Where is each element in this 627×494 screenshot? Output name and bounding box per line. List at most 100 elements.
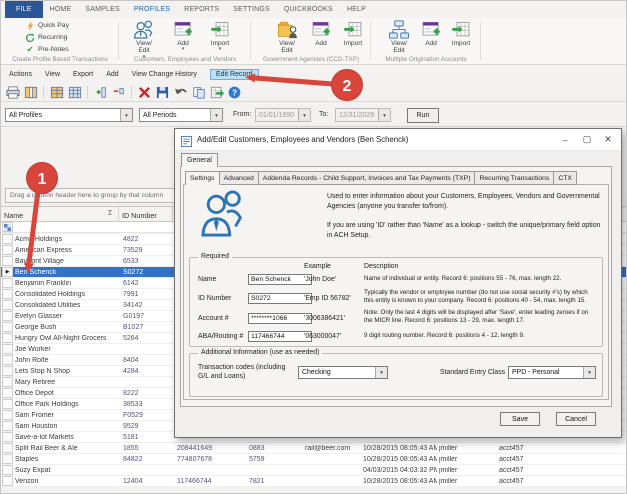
cell-id: 8404 [123, 356, 139, 364]
undo-icon[interactable] [173, 85, 188, 100]
remove-column-icon[interactable] [111, 85, 126, 100]
tab-file[interactable]: FILE [5, 1, 43, 18]
cell-name: American Express [15, 246, 72, 254]
row-indicator [2, 443, 13, 453]
transaction-codes-dropdown[interactable]: Checking ▼ [298, 366, 388, 379]
tab-samples[interactable]: SAMPLES [78, 1, 126, 18]
menu-add[interactable]: Add [106, 71, 118, 78]
tab-quickbooks[interactable]: QUICKBOOKS [277, 1, 340, 18]
grid-view-icon[interactable] [67, 85, 82, 100]
save-icon[interactable] [155, 85, 170, 100]
ribbon: Quick Pay Recurring ✔ Pre-Notes Create P… [1, 18, 626, 65]
id-number-field[interactable] [248, 293, 312, 304]
tab-addenda-records[interactable]: Addenda Records - Child Support, Invoice… [258, 171, 476, 185]
row-indicator [2, 410, 13, 420]
cell-name: Suzy Expat [15, 466, 51, 474]
aba-routing-field[interactable] [248, 331, 312, 342]
profiles-dropdown[interactable]: All Profiles ▼ [5, 108, 133, 122]
cell-email [305, 456, 359, 465]
tab-settings[interactable]: SETTINGS [226, 1, 277, 18]
cell-name: Consolidated Utilities [15, 301, 81, 309]
table-row[interactable]: Split Rail Beer & Ale 1855 208441649 0883 ra… [1, 443, 626, 454]
tab-reports[interactable]: REPORTS [177, 1, 226, 18]
menu-export[interactable]: Export [73, 71, 93, 78]
copy-icon[interactable] [191, 85, 206, 100]
column-header-name[interactable]: Name Σ [1, 207, 119, 222]
chevron-down-icon[interactable]: ▼ [583, 367, 595, 378]
transaction-codes-label: Transaction codes (including G/L and Loa… [198, 364, 286, 380]
grid-settings-icon[interactable] [49, 85, 64, 100]
cell-name: Acme Holdings [15, 235, 63, 243]
menu-view-change-history[interactable]: View Change History [132, 71, 197, 78]
run-button[interactable]: Run [407, 108, 439, 123]
chevron-down-icon[interactable]: ▼ [120, 109, 132, 121]
columns-icon[interactable] [23, 85, 38, 100]
cell-user: jmiller [439, 455, 458, 463]
chevron-down-icon: ▾ [218, 46, 222, 53]
tab-help[interactable]: HELP [340, 1, 373, 18]
group-by-hint[interactable]: Drag a column header here to group by th… [5, 188, 175, 203]
tab-settings[interactable]: Settings [185, 171, 220, 185]
name-label: Name [198, 276, 217, 283]
standard-entry-class-dropdown[interactable]: PPD - Personal ▼ [508, 366, 596, 379]
column-header-id-number[interactable]: ID Number Σ [119, 207, 284, 222]
add-column-icon[interactable] [93, 85, 108, 100]
import-customers-button[interactable]: Import ▾ [201, 19, 239, 59]
chevron-down-icon[interactable]: ▼ [210, 109, 222, 121]
id-number-label: ID Number [198, 295, 232, 302]
cell-user: jmiller [439, 466, 458, 474]
pre-notes-button[interactable]: ✔ Pre-Notes [25, 44, 69, 55]
cell-user: jmiller [439, 477, 458, 485]
cell-name: Ben Schenck [15, 268, 57, 276]
tab-home[interactable]: HOME [43, 1, 79, 18]
minimize-button[interactable]: – [557, 132, 573, 147]
standard-entry-class-label: Standard Entry Class [440, 369, 506, 376]
view-edit-agencies-button[interactable]: View/ Edit [269, 19, 305, 59]
cell-changed: 10/28/2015 08:05:43 AM [363, 477, 437, 485]
close-icon[interactable]: ✕ [600, 132, 616, 147]
add-customer-button[interactable]: Add ▾ [167, 19, 199, 59]
dialog-title-bar[interactable]: Add/Edit Customers, Employees and Vendor… [175, 129, 621, 151]
cell-email [305, 467, 359, 476]
cell-changed: 10/28/2015 08:05:43 AM [363, 455, 437, 463]
ribbon-group-create-transactions: Quick Pay Recurring ✔ Pre-Notes Create P… [1, 18, 119, 64]
row-indicator [2, 476, 13, 486]
menu-actions[interactable]: Actions [9, 71, 32, 78]
sum-icon[interactable]: Σ [108, 210, 112, 217]
maximize-button[interactable]: ▢ [579, 132, 595, 147]
tab-ctx[interactable]: CTX [554, 171, 577, 185]
import-accounts-button[interactable]: Import [445, 19, 477, 59]
add-record-icon [307, 19, 335, 40]
chevron-down-icon[interactable]: ▼ [375, 367, 387, 378]
tab-general[interactable]: General [181, 153, 218, 167]
cell-id: 8222 [123, 389, 139, 397]
cell-name: Hungry Owl All-Night Grocers [15, 334, 107, 342]
tab-advanced[interactable]: Advanced [219, 171, 259, 185]
tab-recurring-transactions[interactable]: Recurring Transactions [475, 171, 555, 185]
menu-edit-record[interactable]: Edit Record [209, 69, 259, 80]
periods-dropdown[interactable]: All Periods ▼ [139, 108, 223, 122]
add-agency-button[interactable]: Add [307, 19, 335, 59]
save-button[interactable]: Save [500, 412, 540, 426]
import-grid-icon [337, 19, 369, 40]
export-excel-icon[interactable] [209, 85, 224, 100]
cell-id: 6142 [123, 279, 139, 287]
table-row[interactable]: Suzy Expat 04/03/2015 04:03:32 PM jmiller a… [1, 465, 626, 476]
table-row[interactable]: Verizon 12404 117466744 7821 10/28/2015 08:0… [1, 476, 626, 487]
menu-view[interactable]: View [45, 71, 60, 78]
view-edit-customers-button[interactable]: View/ Edit ▾ [123, 19, 165, 59]
table-row[interactable]: Staples 84822 774807678 5759 10/28/2015 08:0… [1, 454, 626, 465]
account-number-field[interactable] [248, 313, 312, 324]
add-account-button[interactable]: Add [417, 19, 445, 59]
name-field[interactable] [248, 274, 312, 285]
cancel-button[interactable]: Cancel [556, 412, 596, 426]
view-edit-accounts-button[interactable]: View/ Edit [381, 19, 417, 59]
recurring-button[interactable]: Recurring [25, 32, 67, 43]
delete-icon[interactable] [137, 85, 152, 100]
help-icon[interactable]: ? [227, 85, 242, 100]
quick-pay-button[interactable]: Quick Pay [25, 20, 69, 31]
import-agencies-button[interactable]: Import [337, 19, 369, 59]
print-icon[interactable] [5, 85, 20, 100]
row-indicator [2, 278, 13, 288]
tab-profiles[interactable]: PROFILES [127, 1, 177, 18]
